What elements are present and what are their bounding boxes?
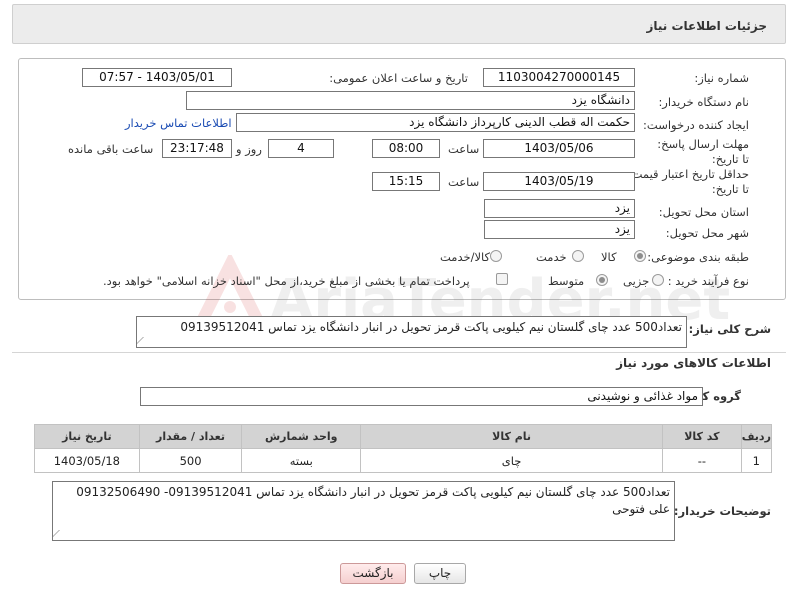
goods-group-field: مواد غذائی و نوشیدنی — [140, 387, 703, 406]
cell-unit: بسته — [241, 448, 362, 473]
buyer-contact-link[interactable]: اطلاعات تماس خریدار — [125, 116, 232, 130]
price-validity-date-field: 1403/05/19 — [483, 172, 635, 191]
price-validity-label: حداقل تاریخ اعتبار قیمت: تا تاریخ: — [627, 167, 749, 196]
buyer-notes-label: توضیحات خریدار: — [673, 504, 771, 518]
divider — [12, 352, 786, 353]
price-validity-time-field: 15:15 — [372, 172, 440, 191]
province-field: یزد — [484, 199, 635, 218]
col-name: نام کالا — [360, 424, 664, 449]
cell-date: 1403/05/18 — [34, 448, 140, 473]
table-row: 1 -- چای بسته 500 1403/05/18 — [34, 448, 773, 473]
resize-grip-icon[interactable] — [137, 337, 151, 345]
category-goods-label: کالا — [601, 250, 617, 264]
city-field: یزد — [484, 220, 635, 239]
category-label: طبقه بندی موضوعی: — [647, 250, 749, 264]
announce-date-label: تاریخ و ساعت اعلان عمومی: — [329, 71, 468, 85]
col-unit: واحد شمارش — [241, 424, 362, 449]
requester-field: حکمت اله قطب الدینی کارپرداز دانشگاه یزد — [236, 113, 635, 132]
buyer-notes-text: تعداد500 عدد چای گلستان نیم کیلویی پاکت … — [76, 485, 670, 516]
cell-qty: 500 — [138, 448, 243, 473]
col-code: کد کالا — [662, 424, 742, 449]
col-row: ردیف — [740, 424, 773, 449]
purchase-type-label: نوع فرآیند خرید : — [667, 274, 749, 288]
print-button[interactable]: چاپ — [414, 563, 466, 584]
price-validity-time-label: ساعت — [448, 175, 480, 189]
treasury-payment-checkbox[interactable] — [496, 273, 508, 285]
page-title: جزئیات اطلاعات نیاز — [646, 19, 767, 33]
category-service-label: خدمت — [536, 250, 567, 264]
deadline-time-label: ساعت — [448, 142, 480, 156]
cell-row: 1 — [740, 448, 773, 473]
resize-grip-icon[interactable] — [53, 530, 67, 538]
goods-table: ردیف کد کالا نام کالا واحد شمارش تعداد /… — [34, 424, 773, 473]
summary-textarea[interactable]: تعداد500 عدد چای گلستان نیم کیلویی پاکت … — [136, 316, 687, 348]
buyer-org-label: نام دستگاه خریدار: — [658, 95, 749, 109]
col-qty: تعداد / مقدار — [138, 424, 243, 449]
category-radio-goods-service[interactable] — [490, 250, 502, 262]
deadline-time-field: 08:00 — [372, 139, 440, 158]
category-goods-service-label: کالا/خدمت — [440, 250, 491, 264]
goods-section-title: اطلاعات کالاهای مورد نیاز — [616, 356, 771, 370]
cell-name: چای — [360, 448, 664, 473]
remaining-time-field: 23:17:48 — [162, 139, 232, 158]
back-button[interactable]: بازگشت — [340, 563, 406, 584]
col-date: تاریخ نیاز — [34, 424, 140, 449]
buyer-notes-textarea[interactable]: تعداد500 عدد چای گلستان نیم کیلویی پاکت … — [52, 481, 675, 541]
remaining-time-label: ساعت باقی مانده — [68, 142, 154, 156]
days-label: روز و — [236, 142, 262, 156]
purchase-minor-label: جزیی — [623, 274, 650, 288]
city-label: شهر محل تحویل: — [665, 226, 749, 240]
category-radio-service[interactable] — [572, 250, 584, 262]
purchase-radio-medium[interactable] — [596, 274, 608, 286]
requester-label: ایجاد کننده درخواست: — [643, 118, 749, 132]
deadline-date-field: 1403/05/06 — [483, 139, 635, 158]
summary-text: تعداد500 عدد چای گلستان نیم کیلویی پاکت … — [180, 320, 682, 334]
need-number-field: 1103004270000145 — [483, 68, 635, 87]
summary-label: شرح کلی نیاز: — [688, 322, 771, 336]
purchase-medium-label: متوسط — [548, 274, 585, 288]
need-number-label: شماره نیاز: — [694, 71, 749, 85]
buyer-org-field: دانشگاه یزد — [186, 91, 635, 110]
category-radio-goods[interactable] — [634, 250, 646, 262]
deadline-label: مهلت ارسال پاسخ: تا تاریخ: — [657, 137, 749, 166]
announce-date-field: 1403/05/01 - 07:57 — [82, 68, 232, 87]
cell-code: -- — [662, 448, 742, 473]
province-label: استان محل تحویل: — [658, 205, 749, 219]
days-remaining-field: 4 — [268, 139, 334, 158]
purchase-radio-minor[interactable] — [652, 274, 664, 286]
treasury-payment-note: پرداخت تمام یا بخشی از مبلغ خرید،از محل … — [103, 274, 470, 288]
